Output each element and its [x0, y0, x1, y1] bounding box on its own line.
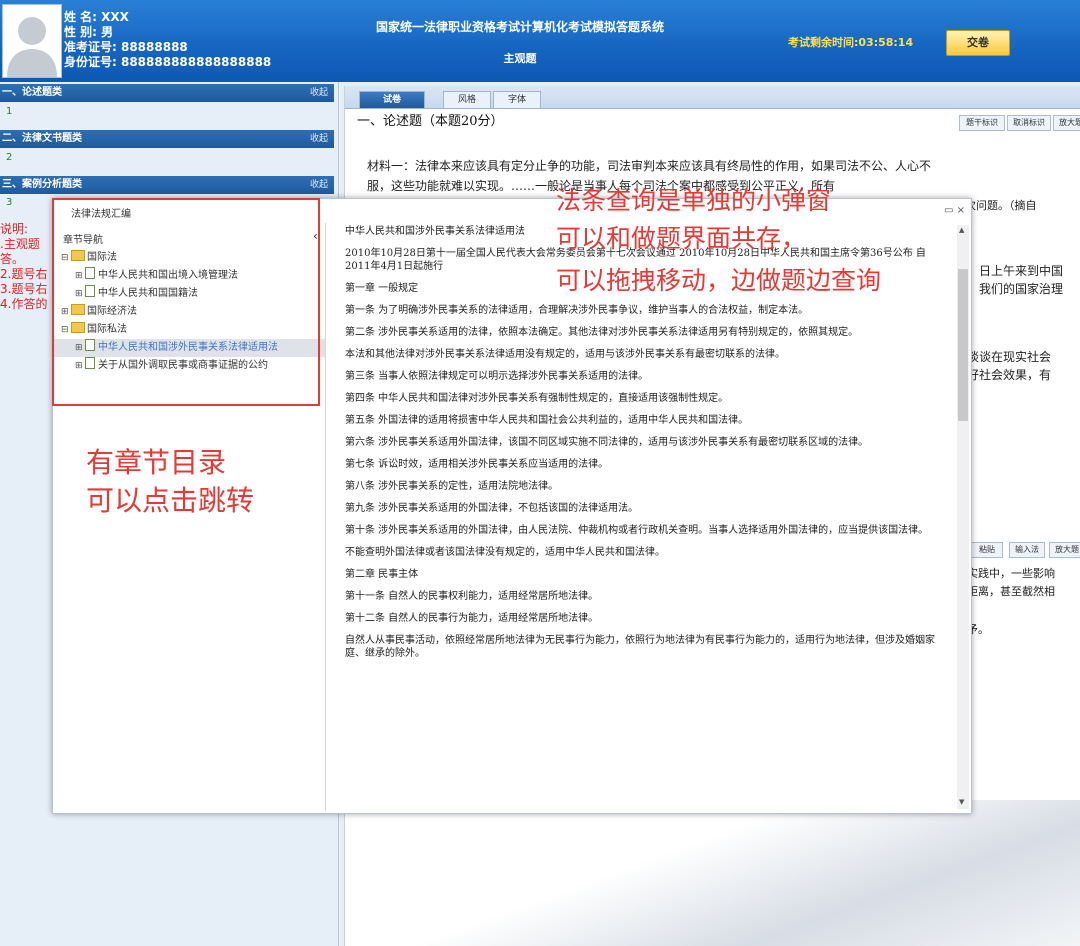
- law-paragraph: 第二章 民事主体: [345, 569, 419, 580]
- law-text-content: 中华人民共和国涉外民事关系法律适用法 2010年10月28日第十一届全国人民代表大…: [345, 225, 945, 809]
- avatar: [2, 4, 62, 78]
- background-shade: [365, 800, 1080, 946]
- note-line: 答。: [0, 252, 25, 266]
- law-paragraph: 第二条 涉外民事关系适用的法律，依照本法确定。其他法律对涉外民事关系法律适用另有…: [345, 327, 859, 338]
- paste-button[interactable]: 粘贴: [971, 542, 1003, 558]
- section-essay[interactable]: 一、论述题类 收起: [0, 84, 334, 102]
- text-fragment: 日上午来到中国: [979, 264, 1064, 278]
- section-title: 一、论述题类: [2, 87, 62, 98]
- annotation-text: 可以和做题界面共存，: [556, 224, 807, 253]
- note-line: 说明:: [0, 222, 29, 236]
- exam-subtitle: 主观题: [503, 52, 537, 65]
- annotation-text: 法条查询是单独的小弹窗: [556, 186, 832, 215]
- zoom-question-button[interactable]: 放大题: [1053, 115, 1080, 131]
- tab-paper[interactable]: 试卷: [359, 91, 425, 108]
- law-paragraph: 第五条 外国法律的适用将损害中华人民共和国社会公共利益的，适用中华人民共和国法律…: [345, 415, 749, 426]
- material-tail: 次问题。（摘自: [965, 199, 1037, 212]
- zoom-answer-button[interactable]: 放大题: [1049, 542, 1080, 558]
- material-line: 材料一：法律本来应该具有定分止争的功能，司法审判本来应该具有终局性的作用，如果司…: [367, 159, 932, 173]
- collapse-toggle[interactable]: 收起: [310, 130, 328, 148]
- text-fragment: 实践中，一些影响: [967, 567, 1055, 580]
- text-fragment: 距离，甚至截然相: [967, 585, 1055, 598]
- section-title: 二、法律文书题类: [2, 133, 82, 144]
- submit-exam-button[interactable]: 交卷: [946, 30, 1010, 56]
- law-paragraph: 第三条 当事人依照法律规定可以明示选择涉外民事关系适用的法律。: [345, 371, 649, 382]
- annotation-text: 可以拖拽移动，边做题边查询: [556, 266, 882, 295]
- law-paragraph: 自然人从事民事活动，依照经常居所地法律为无民事行为能力，依照行为地法律为有民事行…: [345, 635, 935, 659]
- section-title: 三、案例分析题类: [2, 179, 82, 190]
- unmark-button[interactable]: 取消标识: [1007, 115, 1051, 131]
- header-bar: 姓 名: XXX 性 别: 男 准考证号: 88888888 身份证号: 888…: [0, 0, 1080, 82]
- tab-font[interactable]: 字体: [493, 91, 541, 108]
- law-paragraph: 第十条 涉外民事关系适用的外国法律，由人民法院、仲裁机构或者行政机关查明。当事人…: [345, 525, 929, 536]
- input-method-button[interactable]: 输入法: [1009, 542, 1045, 558]
- law-paragraph: 第六条 涉外民事关系适用外国法律，该国不同区域实施不同法律的，适用与该涉外民事关…: [345, 437, 869, 448]
- instructions-note: 说明: .主观题 答。 2.题号右 3.题号右 4.作答的: [0, 222, 47, 312]
- law-paragraph: 本法和其他法律对涉外民事关系法律适用没有规定的，适用与该涉外民事关系有最密切联系…: [345, 349, 785, 360]
- note-line: .主观题: [0, 237, 40, 251]
- note-line: 4.作答的: [0, 297, 48, 311]
- tab-style[interactable]: 风格: [443, 91, 491, 108]
- remaining-time: 考试剩余时间:03:58:14: [788, 36, 914, 49]
- question-number-2[interactable]: 2: [6, 152, 12, 163]
- user-silhouette-icon: [7, 17, 57, 77]
- law-paragraph: 第四条 中华人民共和国法律对涉外民事关系有强制性规定的，直接适用该强制性规定。: [345, 393, 729, 404]
- section-legal-document[interactable]: 二、法律文书题类 收起: [0, 130, 334, 148]
- scrollbar-thumb[interactable]: [958, 269, 968, 421]
- text-fragment: 好社会效果，有: [967, 368, 1052, 382]
- law-paragraph: 第七条 诉讼时效，适用相关涉外民事关系应当适用的法律。: [345, 459, 609, 470]
- law-paragraph: 第八条 涉外民事关系的定性，适用法院地法律。: [345, 481, 559, 492]
- mark-stem-button[interactable]: 题干标识: [959, 115, 1005, 131]
- law-paragraph: 不能查明外国法律或者该国法律没有规定的，适用中华人民共和国法律。: [345, 547, 665, 558]
- collapse-toggle[interactable]: 收起: [310, 176, 328, 194]
- question-number-3[interactable]: 3: [6, 197, 12, 208]
- text-fragment: 谈谈在现实社会: [967, 350, 1052, 364]
- annotation-text: 可以点击跳转: [86, 484, 255, 517]
- highlight-box: [52, 198, 320, 406]
- collapse-toggle[interactable]: 收起: [310, 84, 328, 102]
- tab-bar: 试卷 风格 字体: [345, 86, 1080, 109]
- law-paragraph: 第十二条 自然人的民事行为能力，适用经常居所地法律。: [345, 613, 599, 624]
- annotation-text: 有章节目录: [86, 446, 227, 479]
- text-fragment: 我们的国家治理: [979, 282, 1064, 296]
- system-title: 国家统一法律职业资格考试计算机化考试模拟答题系统: [375, 20, 664, 34]
- law-paragraph: 第一条 为了明确涉外民事关系的法律适用，合理解决涉外民事争议，维护当事人的合法权…: [345, 305, 809, 316]
- note-line: 3.题号右: [0, 282, 48, 296]
- question-title: 一、论述题（本题20分）: [357, 114, 504, 129]
- popup-window-controls[interactable]: ▭ ×: [944, 205, 965, 216]
- law-paragraph: 第九条 涉外民事关系适用的外国法律，不包括该国的法律适用法。: [345, 503, 639, 514]
- scroll-up-icon[interactable]: ▲: [959, 226, 964, 234]
- law-paragraph: 第十一条 自然人的民事权利能力，适用经常居所地法律。: [345, 591, 599, 602]
- note-line: 2.题号右: [0, 267, 48, 281]
- question-number-1[interactable]: 1: [6, 106, 12, 117]
- scroll-down-icon[interactable]: ▼: [959, 798, 964, 806]
- section-case-analysis[interactable]: 三、案例分析题类 收起: [0, 176, 334, 194]
